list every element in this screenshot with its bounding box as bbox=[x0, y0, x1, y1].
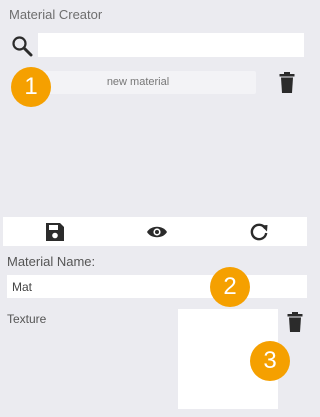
material-name-input[interactable] bbox=[7, 275, 307, 298]
search-icon bbox=[11, 35, 33, 57]
texture-label: Texture bbox=[7, 312, 47, 326]
save-icon[interactable] bbox=[44, 221, 66, 243]
callout-badge-1: 1 bbox=[11, 67, 51, 107]
callout-badge-2: 2 bbox=[210, 267, 250, 307]
panel-title: Material Creator bbox=[9, 7, 103, 22]
refresh-icon[interactable] bbox=[248, 221, 270, 243]
material-list-item[interactable]: new material bbox=[20, 71, 256, 94]
search-input[interactable] bbox=[38, 33, 304, 57]
trash-icon[interactable] bbox=[279, 72, 295, 93]
callout-badge-3: 3 bbox=[250, 341, 290, 381]
eye-icon[interactable] bbox=[146, 221, 168, 243]
material-toolbar bbox=[3, 217, 307, 246]
material-name-label: Material Name: bbox=[7, 254, 96, 269]
trash-icon[interactable] bbox=[287, 312, 303, 332]
